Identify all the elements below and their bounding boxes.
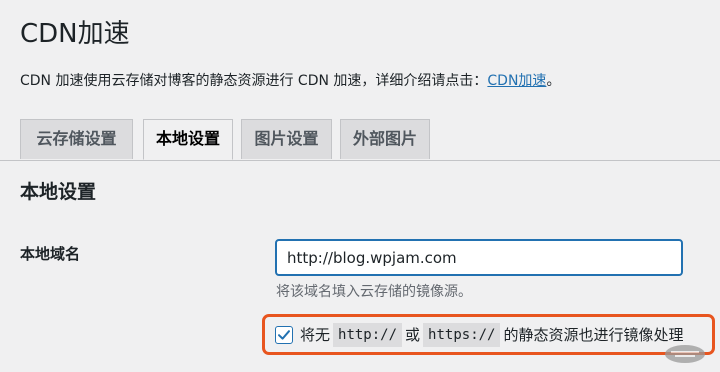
intro-end: 。	[546, 73, 561, 89]
mirror-checkbox[interactable]	[275, 326, 293, 344]
tab-external-images[interactable]: 外部图片	[340, 119, 430, 159]
intro-text: CDN 加速使用云存储对博客的静态资源进行 CDN 加速，详细介绍请点击：	[20, 73, 488, 89]
settings-tabs: 云存储设置 本地设置 图片设置 外部图片	[0, 119, 720, 161]
tab-local-settings[interactable]: 本地设置	[143, 119, 233, 160]
mirror-text-before: 将无	[300, 326, 331, 344]
section-title: 本地设置	[20, 181, 97, 203]
checkmark-icon	[278, 330, 290, 340]
tab-cloud-storage[interactable]: 云存储设置	[20, 119, 133, 159]
mirror-text-middle: 或	[405, 326, 421, 344]
local-domain-description: 将该域名填入云存储的镜像源。	[276, 284, 472, 300]
https-code: https://	[423, 323, 501, 347]
local-domain-input[interactable]	[275, 239, 683, 276]
http-code: http://	[333, 323, 403, 347]
page-title: CDN加速	[20, 19, 130, 49]
tab-image-settings[interactable]: 图片设置	[241, 119, 332, 159]
cdn-doc-link[interactable]: CDN加速	[487, 73, 546, 89]
local-domain-label: 本地域名	[20, 245, 81, 263]
watermark-logo	[665, 345, 705, 363]
intro-paragraph: CDN 加速使用云存储对博客的静态资源进行 CDN 加速，详细介绍请点击：CDN…	[20, 70, 560, 92]
mirror-text-after: 的静态资源也进行镜像处理	[503, 326, 684, 344]
mirror-option-row: 将无 http:// 或 https:// 的静态资源也进行镜像处理	[275, 323, 684, 347]
